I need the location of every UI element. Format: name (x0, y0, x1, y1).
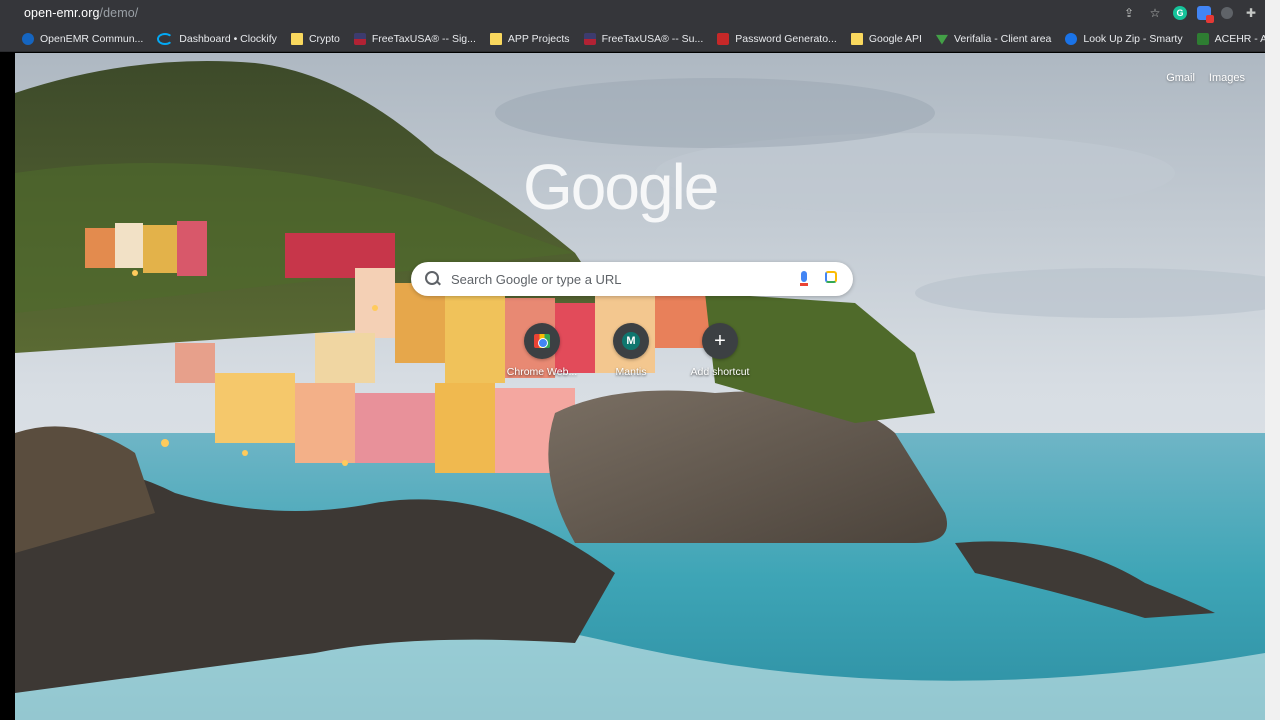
gmail-link[interactable]: Gmail (1166, 72, 1195, 84)
ntp-top-links: Gmail Images (1166, 72, 1245, 84)
bookmarks-bar: OpenEMR Commun... Dashboard • Clockify C… (0, 26, 1280, 52)
shortcut-mantis[interactable]: M Mantis (591, 323, 671, 378)
bookmark-smarty[interactable]: Look Up Zip - Smarty (1065, 32, 1183, 45)
shortcut-add[interactable]: + Add shortcut (680, 323, 760, 378)
search-box[interactable]: Search Google or type a URL (411, 262, 853, 296)
star-icon[interactable]: ☆ (1147, 5, 1163, 21)
mantis-letter-icon: M (622, 332, 640, 350)
bookmark-label: FreeTaxUSA® -- Su... (601, 32, 704, 45)
password-generator-favicon (717, 32, 730, 45)
folder-icon (489, 32, 502, 45)
extension-badge-icon[interactable] (1197, 6, 1214, 23)
toolbar-icons: ⇪ ☆ G ✚ (1121, 5, 1259, 23)
search-placeholder[interactable]: Search Google or type a URL (451, 272, 622, 287)
url-host: open-emr.org (24, 6, 100, 20)
bookmark-google-api[interactable]: Google API (850, 32, 922, 45)
bookmark-label: Dashboard • Clockify (179, 32, 277, 45)
bookmark-verifalia[interactable]: Verifalia - Client area (935, 32, 1052, 45)
microphone-icon[interactable] (800, 271, 808, 286)
address-bar[interactable]: open-emr.org/demo/ ⇪ ☆ G ✚ (0, 0, 1265, 26)
google-lens-icon[interactable] (825, 271, 837, 283)
bookmark-openemr[interactable]: OpenEMR Commun... (22, 32, 144, 45)
bookmark-label: Verifalia - Client area (953, 32, 1052, 45)
bookmark-freetaxusa-summary[interactable]: FreeTaxUSA® -- Su... (583, 32, 704, 45)
clockify-favicon (157, 32, 174, 45)
search-icon (425, 271, 439, 285)
shortcut-tile[interactable]: + (702, 323, 738, 359)
bookmark-label: APP Projects (507, 32, 570, 45)
images-link[interactable]: Images (1209, 72, 1245, 84)
folder-icon (290, 32, 303, 45)
folder-icon (850, 32, 863, 45)
bookmark-label: Password Generato... (735, 32, 837, 45)
shortcut-chrome-web-store[interactable]: Chrome Web... (502, 323, 582, 378)
share-icon[interactable]: ⇪ (1121, 5, 1137, 21)
shortcut-label: Mantis (615, 366, 647, 378)
grammarly-extension-icon[interactable]: G (1173, 6, 1187, 20)
url-text[interactable]: open-emr.org/demo/ (24, 6, 138, 20)
plus-icon: + (714, 330, 726, 352)
bookmark-label: FreeTaxUSA® -- Sig... (371, 32, 476, 45)
bookmark-freetaxusa-signin[interactable]: FreeTaxUSA® -- Sig... (353, 32, 476, 45)
bookmark-password-generator[interactable]: Password Generato... (717, 32, 837, 45)
shortcut-tile[interactable]: M (613, 323, 649, 359)
flag-favicon (583, 32, 596, 45)
bookmark-app-projects[interactable]: APP Projects (489, 32, 570, 45)
extension-gray-icon[interactable] (1221, 7, 1233, 19)
bookmark-label: OpenEMR Commun... (40, 32, 144, 45)
shortcut-label: Chrome Web... (506, 366, 578, 378)
url-path: /demo/ (99, 6, 139, 20)
bookmark-crypto[interactable]: Crypto (290, 32, 340, 45)
puzzle-icon[interactable]: ✚ (1243, 5, 1259, 21)
shortcut-label: Add shortcut (690, 366, 750, 378)
shortcut-tile[interactable] (524, 323, 560, 359)
window-scrollbar[interactable] (1265, 0, 1280, 720)
flag-favicon (353, 32, 366, 45)
bookmark-label: Look Up Zip - Smarty (1083, 32, 1183, 45)
bookmark-clockify[interactable]: Dashboard • Clockify (157, 32, 277, 45)
bookmark-label: Google API (868, 32, 922, 45)
smarty-favicon (1065, 32, 1078, 45)
verifalia-favicon (935, 34, 948, 45)
google-logo: Google (523, 151, 719, 223)
acehr-favicon (1196, 32, 1209, 45)
chrome-web-store-icon (534, 334, 550, 348)
openemr-favicon (22, 32, 34, 45)
bookmark-label: Crypto (308, 32, 340, 45)
